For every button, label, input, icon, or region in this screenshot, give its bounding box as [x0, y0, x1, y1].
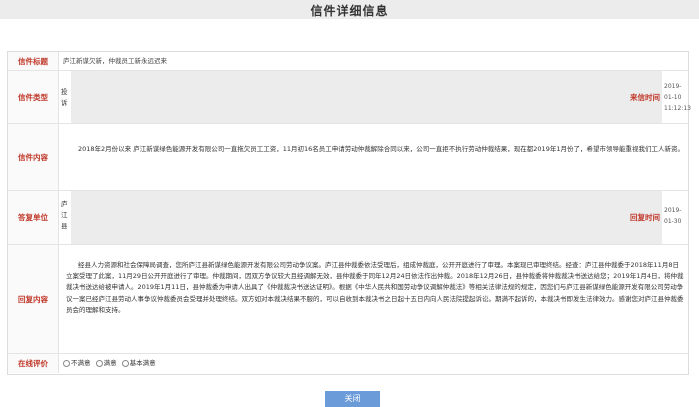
close-button[interactable]: 关闭 [325, 391, 380, 407]
rating-option-basically-satisfied[interactable]: 基本满意 [121, 359, 156, 367]
letter-detail-table: 信件标题 庐江新谋欠新，仲裁员工新永远迟来 信件类型 投 诉 来信时间 2019… [7, 51, 691, 375]
row-reply-unit: 答复单位 庐 江 县 回复时间 2019- 01-30 [8, 191, 688, 245]
letter-time-value: 2019- 01-10 11:12:13 [664, 83, 691, 112]
row-letter-content: 信件内容 2018年2月份以来 庐江新谋绿色能源开发有限公司一直拖欠员工工资，1… [8, 124, 688, 191]
reply-time-label: 回复时间 [630, 213, 660, 222]
rating-label: 在线评价 [8, 354, 59, 373]
letter-content-value: 2018年2月份以来 庐江新谋绿色能源开发有限公司一直拖欠员工工资，11月初16… [78, 145, 684, 153]
radio-icon [63, 359, 70, 367]
row-rating: 在线评价 不满意 满意 基本满意 [8, 354, 688, 373]
reply-unit-label: 答复单位 [8, 191, 59, 244]
page-title: 信件详细信息 [310, 4, 389, 18]
letter-type-blank [71, 71, 662, 123]
letter-content-label: 信件内容 [8, 124, 59, 190]
letter-title-value: 庐江新谋欠新，仲裁员工新永远迟来 [63, 57, 167, 65]
row-letter-type: 信件类型 投 诉 来信时间 2019- 01-10 11:12:13 [8, 71, 691, 124]
reply-unit-blank [71, 191, 662, 244]
radio-icon [121, 359, 129, 367]
row-reply-content: 回复内容 经县人力资源和社会保障局调查，您所庐江县新谋绿色能源开发有限公司劳动争… [8, 245, 688, 354]
reply-unit-value: 庐 江 县 [61, 200, 68, 230]
radio-icon [95, 359, 103, 367]
rating-options: 不满意 满意 基本满意 [63, 358, 156, 369]
reply-content-label: 回复内容 [8, 245, 59, 353]
reply-time-value: 2019- 01-30 [664, 207, 682, 225]
title-bar: 信件详细信息 [0, 0, 699, 19]
letter-type-value: 投 诉 [61, 88, 68, 107]
letter-title-label: 信件标题 [8, 52, 59, 70]
row-letter-title: 信件标题 庐江新谋欠新，仲裁员工新永远迟来 [8, 52, 688, 71]
rating-option-unsatisfied[interactable]: 不满意 [63, 359, 91, 367]
letter-time-label: 来信时间 [630, 92, 660, 102]
reply-content-value: 经县人力资源和社会保障局调查，您所庐江县新谋绿色能源开发有限公司劳动争议案。庐江… [66, 261, 684, 314]
rating-option-satisfied[interactable]: 满意 [95, 359, 117, 367]
letter-type-label: 信件类型 [8, 71, 59, 123]
